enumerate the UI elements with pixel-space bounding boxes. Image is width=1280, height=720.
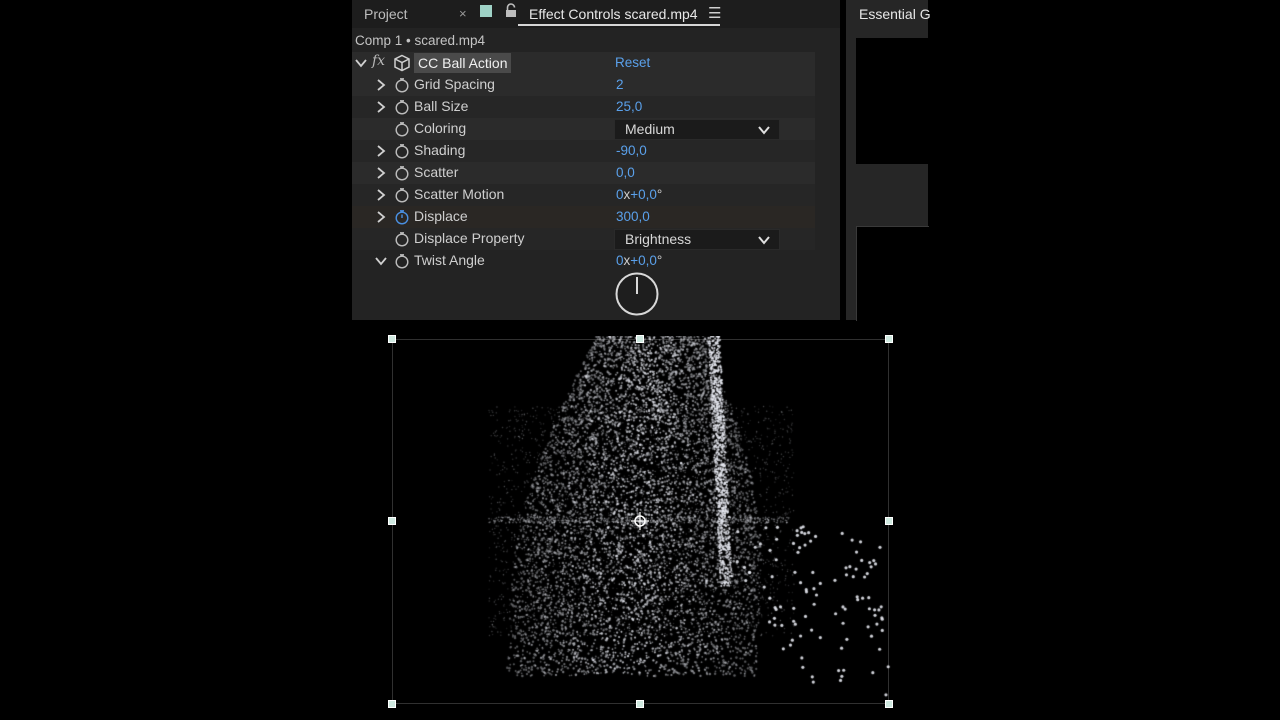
panel-title[interactable]: Essential G: [859, 6, 931, 22]
coloring-dropdown[interactable]: Medium: [614, 119, 780, 140]
stopwatch-icon[interactable]: [394, 77, 410, 93]
property-value[interactable]: 25,0: [616, 99, 642, 114]
tab-effect-controls[interactable]: Effect Controls scared.mp4: [529, 6, 698, 22]
displace-property-dropdown[interactable]: Brightness: [614, 229, 780, 250]
property-row-ball-size: Ball Size 25,0: [352, 96, 815, 118]
active-tab-indicator: [518, 24, 720, 26]
property-name: Scatter: [414, 164, 459, 180]
chevron-down-icon: [758, 126, 770, 135]
revolutions-value[interactable]: 0: [616, 253, 624, 268]
transform-handle-bottom-right[interactable]: [885, 700, 893, 708]
stopwatch-icon[interactable]: [394, 121, 410, 137]
property-name: Displace: [414, 208, 468, 224]
stopwatch-icon[interactable]: [394, 253, 410, 269]
chevron-right-icon[interactable]: [374, 188, 388, 202]
dropdown-value: Medium: [625, 121, 675, 137]
degrees-value[interactable]: +0,0: [630, 253, 657, 268]
property-value[interactable]: 0x+0,0°: [616, 253, 662, 268]
transform-handle-top[interactable]: [636, 335, 644, 343]
effect-header-row[interactable]: fx CC Ball Action Reset: [352, 52, 815, 74]
property-name: Shading: [414, 142, 466, 158]
property-name: Coloring: [414, 120, 467, 136]
property-value[interactable]: 300,0: [616, 209, 650, 224]
transform-handle-top-left[interactable]: [388, 335, 396, 343]
transform-handle-bottom[interactable]: [636, 700, 644, 708]
essential-graphics-panel: Essential G: [846, 0, 931, 321]
stopwatch-icon[interactable]: [394, 165, 410, 181]
property-row-scatter-motion: Scatter Motion 0x+0,0°: [352, 184, 815, 206]
property-row-displace-property: Displace Property Brightness: [352, 228, 815, 250]
degrees-unit: °: [656, 253, 663, 268]
transform-handle-left[interactable]: [388, 517, 396, 525]
property-row-displace: Displace 300,0: [352, 206, 815, 228]
property-name: Displace Property: [414, 230, 525, 246]
panel-menu-icon[interactable]: ☰: [708, 4, 721, 22]
stopwatch-icon[interactable]: [394, 209, 410, 225]
fx-toggle-icon[interactable]: fx: [372, 53, 385, 69]
transform-handle-top-right[interactable]: [885, 335, 893, 343]
reset-link[interactable]: Reset: [615, 55, 650, 70]
chevron-down-icon[interactable]: [354, 56, 368, 70]
chevron-right-icon[interactable]: [374, 78, 388, 92]
preview-area: [856, 38, 928, 164]
revolutions-value[interactable]: 0: [616, 187, 624, 202]
angle-dial[interactable]: [614, 271, 660, 317]
lock-icon[interactable]: [504, 3, 518, 19]
tab-project[interactable]: Project: [364, 6, 408, 22]
transform-handle-bottom-left[interactable]: [388, 700, 396, 708]
stopwatch-icon[interactable]: [394, 99, 410, 115]
close-tab-icon[interactable]: ×: [459, 6, 467, 21]
chevron-right-icon[interactable]: [374, 144, 388, 158]
chevron-right-icon[interactable]: [374, 210, 388, 224]
chevron-right-icon[interactable]: [374, 100, 388, 114]
property-name: Ball Size: [414, 98, 469, 114]
property-row-scatter: Scatter 0,0: [352, 162, 815, 184]
stopwatch-icon[interactable]: [394, 187, 410, 203]
property-row-grid-spacing: Grid Spacing 2: [352, 74, 815, 96]
transform-handle-right[interactable]: [885, 517, 893, 525]
dropdown-value: Brightness: [625, 231, 692, 247]
property-row-twist-angle: Twist Angle 0x+0,0°: [352, 250, 815, 272]
chevron-right-icon[interactable]: [374, 166, 388, 180]
property-value[interactable]: -90,0: [616, 143, 647, 158]
breadcrumb: Comp 1 • scared.mp4: [355, 33, 486, 48]
chevron-down-icon: [758, 236, 770, 245]
degrees-value[interactable]: +0,0: [630, 187, 657, 202]
3d-cube-icon: [394, 54, 410, 72]
property-name: Twist Angle: [414, 252, 485, 268]
property-value[interactable]: 0x+0,0°: [616, 187, 662, 202]
stopwatch-icon[interactable]: [394, 143, 410, 159]
chevron-down-icon[interactable]: [374, 254, 388, 268]
property-value[interactable]: 0,0: [616, 165, 635, 180]
stopwatch-icon[interactable]: [394, 231, 410, 247]
properties-area: [856, 226, 929, 321]
degrees-unit: °: [656, 187, 663, 202]
property-name: Grid Spacing: [414, 76, 495, 92]
anchor-point-icon[interactable]: [630, 511, 650, 531]
panel-tab-bar: Project × Effect Controls scared.mp4 ☰: [352, 0, 840, 28]
property-row-shading: Shading -90,0: [352, 140, 815, 162]
effect-name[interactable]: CC Ball Action: [414, 53, 512, 73]
property-name: Scatter Motion: [414, 186, 505, 202]
property-value[interactable]: 2: [616, 77, 624, 92]
property-row-coloring: Coloring Medium: [352, 118, 815, 140]
label-color-swatch: [480, 5, 492, 17]
